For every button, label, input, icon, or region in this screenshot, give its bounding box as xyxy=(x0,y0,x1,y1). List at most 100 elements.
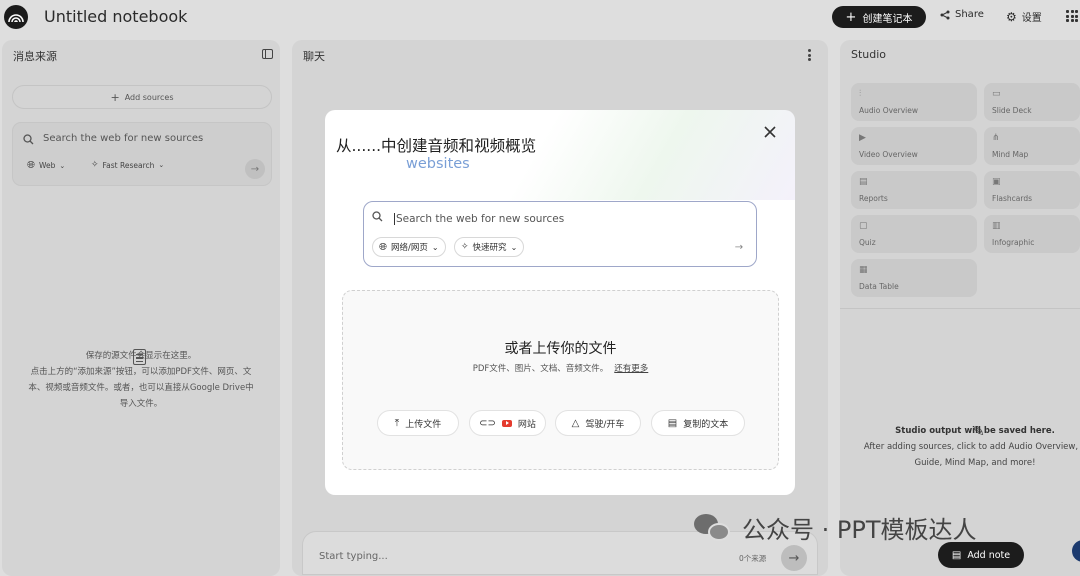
add-note-button[interactable]: ▤ Add note xyxy=(938,542,1024,568)
tool-label: Audio Overview xyxy=(859,106,919,115)
copied-text-button[interactable]: ▤ 复制的文本 xyxy=(651,410,745,436)
empty-line: 导入文件。 xyxy=(119,399,163,409)
sources-panel: 消息来源 + Add sources Search the web for ne… xyxy=(2,40,280,576)
globe-icon: 🌐︎ xyxy=(27,160,35,171)
tool-label: Flashcards xyxy=(992,194,1032,203)
watermark-text: 公众号 · PPT模板达人 xyxy=(742,516,977,544)
drive-label: 驾驶/开车 xyxy=(585,419,625,430)
chat-title: 聊天 xyxy=(303,50,325,63)
web-dropdown[interactable]: 🌐︎ 网络/网页 ⌄ xyxy=(372,237,446,257)
sources-title: 消息来源 xyxy=(13,50,57,63)
flashcards-icon: ▣ xyxy=(992,177,1001,187)
more-link[interactable]: 还有更多 xyxy=(614,364,648,374)
studio-empty-line: Guide, Mind Map, and more! xyxy=(914,458,1036,468)
tool-quiz[interactable]: ▢ Quiz xyxy=(851,215,977,253)
notebooklm-logo-icon[interactable] xyxy=(4,5,28,29)
upload-drop-zone[interactable]: 或者上传你的文件 PDF文件、图片、文档、音频文件。 还有更多 ⤒ 上传文件 ⊂⊃… xyxy=(342,290,779,470)
tool-label: Mind Map xyxy=(992,150,1029,159)
research-mode-dropdown[interactable]: ✧ 快速研究 ⌄ xyxy=(454,237,525,257)
notebook-title[interactable]: Untitled notebook xyxy=(44,7,187,26)
chevron-down-icon: ⌄ xyxy=(59,161,66,170)
infographic-icon: ▥ xyxy=(992,221,1001,231)
apps-grid-icon[interactable] xyxy=(1066,10,1078,22)
gear-icon: ⚙ xyxy=(1006,9,1017,24)
settings-button[interactable]: ⚙ 设置 xyxy=(1006,9,1042,25)
tool-label: Quiz xyxy=(859,238,876,247)
tool-mind-map[interactable]: ⋔ Mind Map xyxy=(984,127,1080,165)
slides-icon: ▭ xyxy=(992,89,1001,99)
modal-subtitle: websites xyxy=(406,156,470,172)
drive-button[interactable]: △ 驾驶/开车 xyxy=(555,410,641,436)
add-sources-button[interactable]: + Add sources xyxy=(12,85,272,109)
upload-types: PDF文件、图片、文档、音频文件。 xyxy=(472,364,609,374)
settings-label: 设置 xyxy=(1021,13,1042,24)
modal-title: 从......中创建音频和视频概览 xyxy=(336,137,537,155)
add-note-label: Add note xyxy=(967,549,1011,561)
chevron-down-icon: ⌄ xyxy=(158,161,165,169)
tool-data-table[interactable]: ▦ Data Table xyxy=(851,259,977,297)
more-vert-icon[interactable] xyxy=(808,49,811,61)
empty-line: 保存的源文件会显示在这里。 xyxy=(85,351,197,361)
share-icon xyxy=(940,10,950,19)
studio-title: Studio xyxy=(851,48,887,61)
tool-label: Video Overview xyxy=(859,150,918,159)
tool-reports[interactable]: ▤ Reports xyxy=(851,171,977,209)
video-icon: ▶︎ xyxy=(859,133,866,143)
research-mode-dropdown[interactable]: ✧ Fast Research ⌄ xyxy=(91,160,164,170)
plus-icon: + xyxy=(845,9,857,25)
studio-divider xyxy=(840,308,1080,309)
upload-icon: ⤒ xyxy=(394,417,400,429)
modal-search-box: Search the web for new sources 🌐︎ 网络/网页 … xyxy=(363,201,757,267)
mind-map-icon: ⋔ xyxy=(992,133,1000,143)
research-icon: ✧ xyxy=(91,160,99,170)
empty-line: 点击上方的“添加来源”按钮，可以添加PDF文件、网页、文 xyxy=(30,367,252,377)
tool-slide-deck[interactable]: ▭ Slide Deck xyxy=(984,83,1080,121)
tool-flashcards[interactable]: ▣ Flashcards xyxy=(984,171,1080,209)
empty-line: 本、视频或音频文件。或者，也可以直接从Google Drive中 xyxy=(28,383,254,393)
upload-heading: 或者上传你的文件 xyxy=(504,341,617,357)
tool-label: Infographic xyxy=(992,238,1035,247)
tool-audio-overview[interactable]: ⫶ Audio Overview xyxy=(851,83,977,121)
share-label: Share xyxy=(955,9,984,20)
arrow-right-icon[interactable]: → xyxy=(731,239,747,255)
studio-empty-title: Studio output will be saved here. xyxy=(895,426,1055,436)
share-button[interactable]: Share xyxy=(940,9,984,20)
upload-file-button[interactable]: ⤒ 上传文件 xyxy=(377,410,459,436)
wechat-watermark: 公众号 · PPT模板达人 xyxy=(694,510,977,545)
tool-infographic[interactable]: ▥ Infographic xyxy=(984,215,1080,253)
sources-empty-state: 保存的源文件会显示在这里。 点击上方的“添加来源”按钮，可以添加PDF文件、网页… xyxy=(2,348,280,412)
create-notebook-button[interactable]: + 创建笔记本 xyxy=(832,6,926,28)
research-chip-label: Fast Research xyxy=(102,160,155,170)
search-icon xyxy=(23,134,34,145)
top-bar: Untitled notebook + 创建笔记本 Share ⚙ 设置 xyxy=(0,0,1080,36)
modal-search-input[interactable]: Search the web for new sources xyxy=(394,213,564,225)
upload-description: PDF文件、图片、文档、音频文件。 还有更多 xyxy=(343,362,778,374)
website-button[interactable]: ⊂⊃ 网站 xyxy=(469,410,546,436)
collapse-panel-icon[interactable] xyxy=(262,49,273,59)
audio-wave-icon: ⫶ xyxy=(859,89,862,99)
source-search-input[interactable]: Search the web for new sources xyxy=(43,133,203,144)
chevron-down-icon: ⌄ xyxy=(510,242,518,252)
close-icon[interactable] xyxy=(763,125,777,139)
web-chip-label: Web xyxy=(39,161,56,170)
studio-empty-state: Studio output will be saved here. After … xyxy=(840,423,1080,471)
drive-icon: △ xyxy=(571,417,580,429)
upload-file-label: 上传文件 xyxy=(405,419,442,430)
plus-icon: + xyxy=(110,90,120,104)
wechat-logo-icon xyxy=(694,512,734,544)
reports-icon: ▤ xyxy=(859,177,868,187)
research-icon: ✧ xyxy=(461,242,469,252)
create-overview-modal: 从......中创建音频和视频概览 websites Search the we… xyxy=(325,110,795,495)
web-dropdown[interactable]: 🌐︎ Web ⌄ xyxy=(27,160,65,171)
add-sources-label: Add sources xyxy=(124,92,174,102)
tool-video-overview[interactable]: ▶︎ Video Overview xyxy=(851,127,977,165)
quiz-icon: ▢ xyxy=(859,221,868,231)
source-count: 0个来源 xyxy=(739,554,767,563)
studio-panel: Studio ⫶ Audio Overview ▭ Slide Deck ▶︎ … xyxy=(840,40,1080,576)
tool-label: Reports xyxy=(859,194,888,203)
youtube-icon xyxy=(501,419,512,427)
chevron-down-icon: ⌄ xyxy=(431,242,439,252)
research-chip-label: 快速研究 xyxy=(472,243,507,253)
arrow-right-icon[interactable]: → xyxy=(245,159,265,179)
send-arrow-icon[interactable]: → xyxy=(781,545,807,571)
